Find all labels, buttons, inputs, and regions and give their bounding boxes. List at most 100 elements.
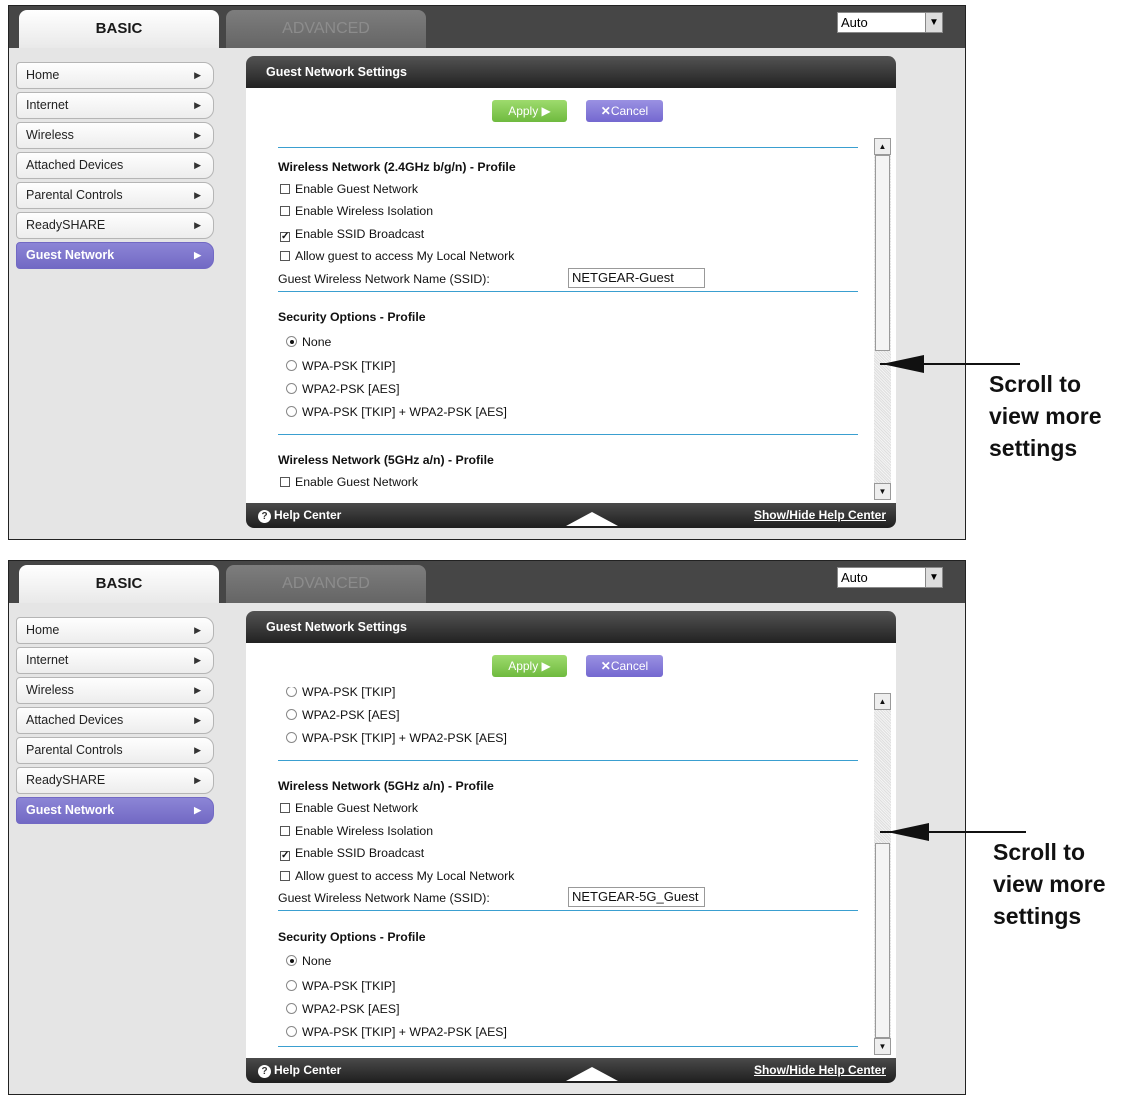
radio-icon[interactable] [286, 383, 297, 394]
checkbox-box[interactable] [280, 251, 290, 261]
scroll-thumb[interactable] [875, 155, 890, 351]
enable-guest-network-checkbox[interactable]: Enable Guest Network [278, 182, 863, 196]
sidebar-item-label: Internet [26, 98, 69, 112]
radio-selected-icon[interactable] [286, 336, 297, 347]
apply-button[interactable]: Apply ▶ [492, 655, 567, 677]
sidebar-item-internet[interactable]: Internet ▶ [16, 647, 214, 674]
radio-icon[interactable] [286, 1003, 297, 1014]
sidebar-item-parental-controls[interactable]: Parental Controls ▶ [16, 737, 214, 764]
radio-icon[interactable] [286, 687, 297, 697]
expand-triangle-icon[interactable] [566, 512, 618, 526]
arrow-right-icon: ▶ [194, 100, 201, 110]
arrow-right-icon: ▶ [194, 625, 201, 635]
arrow-right-icon: ▶ [194, 250, 201, 260]
radio-selected-icon[interactable] [286, 955, 297, 966]
checkbox-box[interactable] [280, 871, 290, 881]
checkbox-box[interactable] [280, 184, 290, 194]
security-wpa-radio[interactable]: WPA-PSK [TKIP] [278, 359, 863, 373]
arrow-right-icon: ▶ [194, 775, 201, 785]
radio-icon[interactable] [286, 406, 297, 417]
sidebar-item-guest-network[interactable]: Guest Network ▶ [16, 242, 214, 269]
help-center-link[interactable]: ? Help Center [258, 503, 341, 528]
sidebar-item-home[interactable]: Home ▶ [16, 617, 214, 644]
checkmark-icon[interactable]: ✓ [280, 232, 290, 242]
sidebar-item-wireless[interactable]: Wireless ▶ [16, 677, 214, 704]
wireless-isolation-checkbox[interactable]: Enable Wireless Isolation [278, 824, 863, 838]
security-wpa2-radio[interactable]: WPA2-PSK [AES] [278, 382, 863, 396]
sidebar-item-attached-devices[interactable]: Attached Devices ▶ [16, 152, 214, 179]
language-select[interactable]: Auto ▼ [837, 567, 943, 588]
expand-triangle-icon[interactable] [566, 1067, 618, 1081]
radio-icon[interactable] [286, 732, 297, 743]
security-wpa-radio[interactable]: WPA-PSK [TKIP] [278, 687, 863, 699]
divider [278, 291, 858, 292]
security-none-radio[interactable]: None [278, 954, 863, 968]
dropdown-arrow-icon[interactable]: ▼ [925, 13, 942, 32]
sidebar-item-attached-devices[interactable]: Attached Devices ▶ [16, 707, 214, 734]
scroll-down-icon[interactable]: ▼ [874, 1038, 891, 1055]
cancel-button[interactable]: ✕Cancel [586, 100, 663, 122]
checkbox-box[interactable] [280, 826, 290, 836]
sidebar-item-readyshare[interactable]: ReadySHARE ▶ [16, 767, 214, 794]
dropdown-arrow-icon[interactable]: ▼ [925, 568, 942, 587]
sidebar-item-label: Guest Network [26, 803, 115, 817]
ssid-broadcast-checkbox[interactable]: ✓ Enable SSID Broadcast [278, 846, 863, 861]
scroll-down-icon[interactable]: ▼ [874, 483, 891, 500]
wireless-isolation-checkbox[interactable]: Enable Wireless Isolation [278, 204, 863, 218]
annotation-line-1: Scroll to [993, 839, 1086, 865]
enable-guest-network-checkbox[interactable]: Enable Guest Network [278, 801, 863, 815]
settings-scroll-area[interactable]: WPA-PSK [TKIP] WPA2-PSK [AES] WPA-PSK [T… [278, 687, 863, 1053]
apply-button[interactable]: Apply ▶ [492, 100, 567, 122]
ssid-input[interactable]: NETGEAR-Guest [568, 268, 705, 288]
tab-basic[interactable]: BASIC [19, 10, 219, 48]
tab-basic[interactable]: BASIC [19, 565, 219, 603]
show-hide-help-link[interactable]: Show/Hide Help Center [754, 1058, 886, 1083]
settings-scroll-area[interactable]: Wireless Network (2.4GHz b/g/n) - Profil… [278, 132, 863, 498]
sidebar-item-readyshare[interactable]: ReadySHARE ▶ [16, 212, 214, 239]
language-select[interactable]: Auto ▼ [837, 12, 943, 33]
sidebar-item-label: Parental Controls [26, 188, 123, 202]
sidebar-item-label: Internet [26, 653, 69, 667]
arrow-right-icon: ▶ [194, 130, 201, 140]
tab-advanced[interactable]: ADVANCED [226, 565, 426, 603]
checkbox-box[interactable] [280, 206, 290, 216]
tab-advanced[interactable]: ADVANCED [226, 10, 426, 48]
security-mixed-radio[interactable]: WPA-PSK [TKIP] + WPA2-PSK [AES] [278, 405, 863, 419]
radio-icon[interactable] [286, 1026, 297, 1037]
scroll-up-icon[interactable]: ▲ [874, 138, 891, 155]
checkbox-label: Enable Guest Network [295, 182, 419, 196]
allow-local-network-checkbox[interactable]: Allow guest to access My Local Network [278, 869, 863, 883]
show-hide-help-link[interactable]: Show/Hide Help Center [754, 503, 886, 528]
radio-label: WPA-PSK [TKIP] [302, 359, 396, 373]
help-center-label: Help Center [274, 1063, 342, 1077]
cancel-button[interactable]: ✕Cancel [586, 655, 663, 677]
checkmark-icon[interactable]: ✓ [280, 851, 290, 861]
checkbox-box[interactable] [280, 803, 290, 813]
checkbox-box[interactable] [280, 477, 290, 487]
sidebar-item-label: Wireless [26, 128, 74, 142]
security-mixed-radio[interactable]: WPA-PSK [TKIP] + WPA2-PSK [AES] [278, 731, 863, 745]
help-center-link[interactable]: ? Help Center [258, 1058, 341, 1083]
ssid-input[interactable]: NETGEAR-5G_Guest [568, 887, 705, 907]
sidebar-item-guest-network[interactable]: Guest Network ▶ [16, 797, 214, 824]
security-wpa2-radio[interactable]: WPA2-PSK [AES] [278, 1002, 863, 1016]
security-wpa-radio[interactable]: WPA-PSK [TKIP] [278, 979, 863, 993]
sidebar-item-home[interactable]: Home ▶ [16, 62, 214, 89]
security-none-radio[interactable]: None [278, 335, 863, 349]
arrow-right-icon: ▶ [194, 715, 201, 725]
sidebar-item-parental-controls[interactable]: Parental Controls ▶ [16, 182, 214, 209]
scroll-up-icon[interactable]: ▲ [874, 693, 891, 710]
radio-icon[interactable] [286, 360, 297, 371]
radio-icon[interactable] [286, 980, 297, 991]
security-mixed-radio[interactable]: WPA-PSK [TKIP] + WPA2-PSK [AES] [278, 1025, 863, 1039]
sidebar-item-internet[interactable]: Internet ▶ [16, 92, 214, 119]
allow-local-network-checkbox[interactable]: Allow guest to access My Local Network [278, 249, 863, 263]
security-wpa2-radio[interactable]: WPA2-PSK [AES] [278, 708, 863, 722]
radio-label: WPA2-PSK [AES] [302, 708, 400, 722]
sidebar-item-label: Attached Devices [26, 158, 124, 172]
enable-guest-network-checkbox[interactable]: Enable Guest Network [278, 475, 863, 489]
radio-icon[interactable] [286, 709, 297, 720]
ssid-broadcast-checkbox[interactable]: ✓ Enable SSID Broadcast [278, 227, 863, 242]
radio-label: WPA-PSK [TKIP] [302, 687, 396, 699]
sidebar-item-wireless[interactable]: Wireless ▶ [16, 122, 214, 149]
